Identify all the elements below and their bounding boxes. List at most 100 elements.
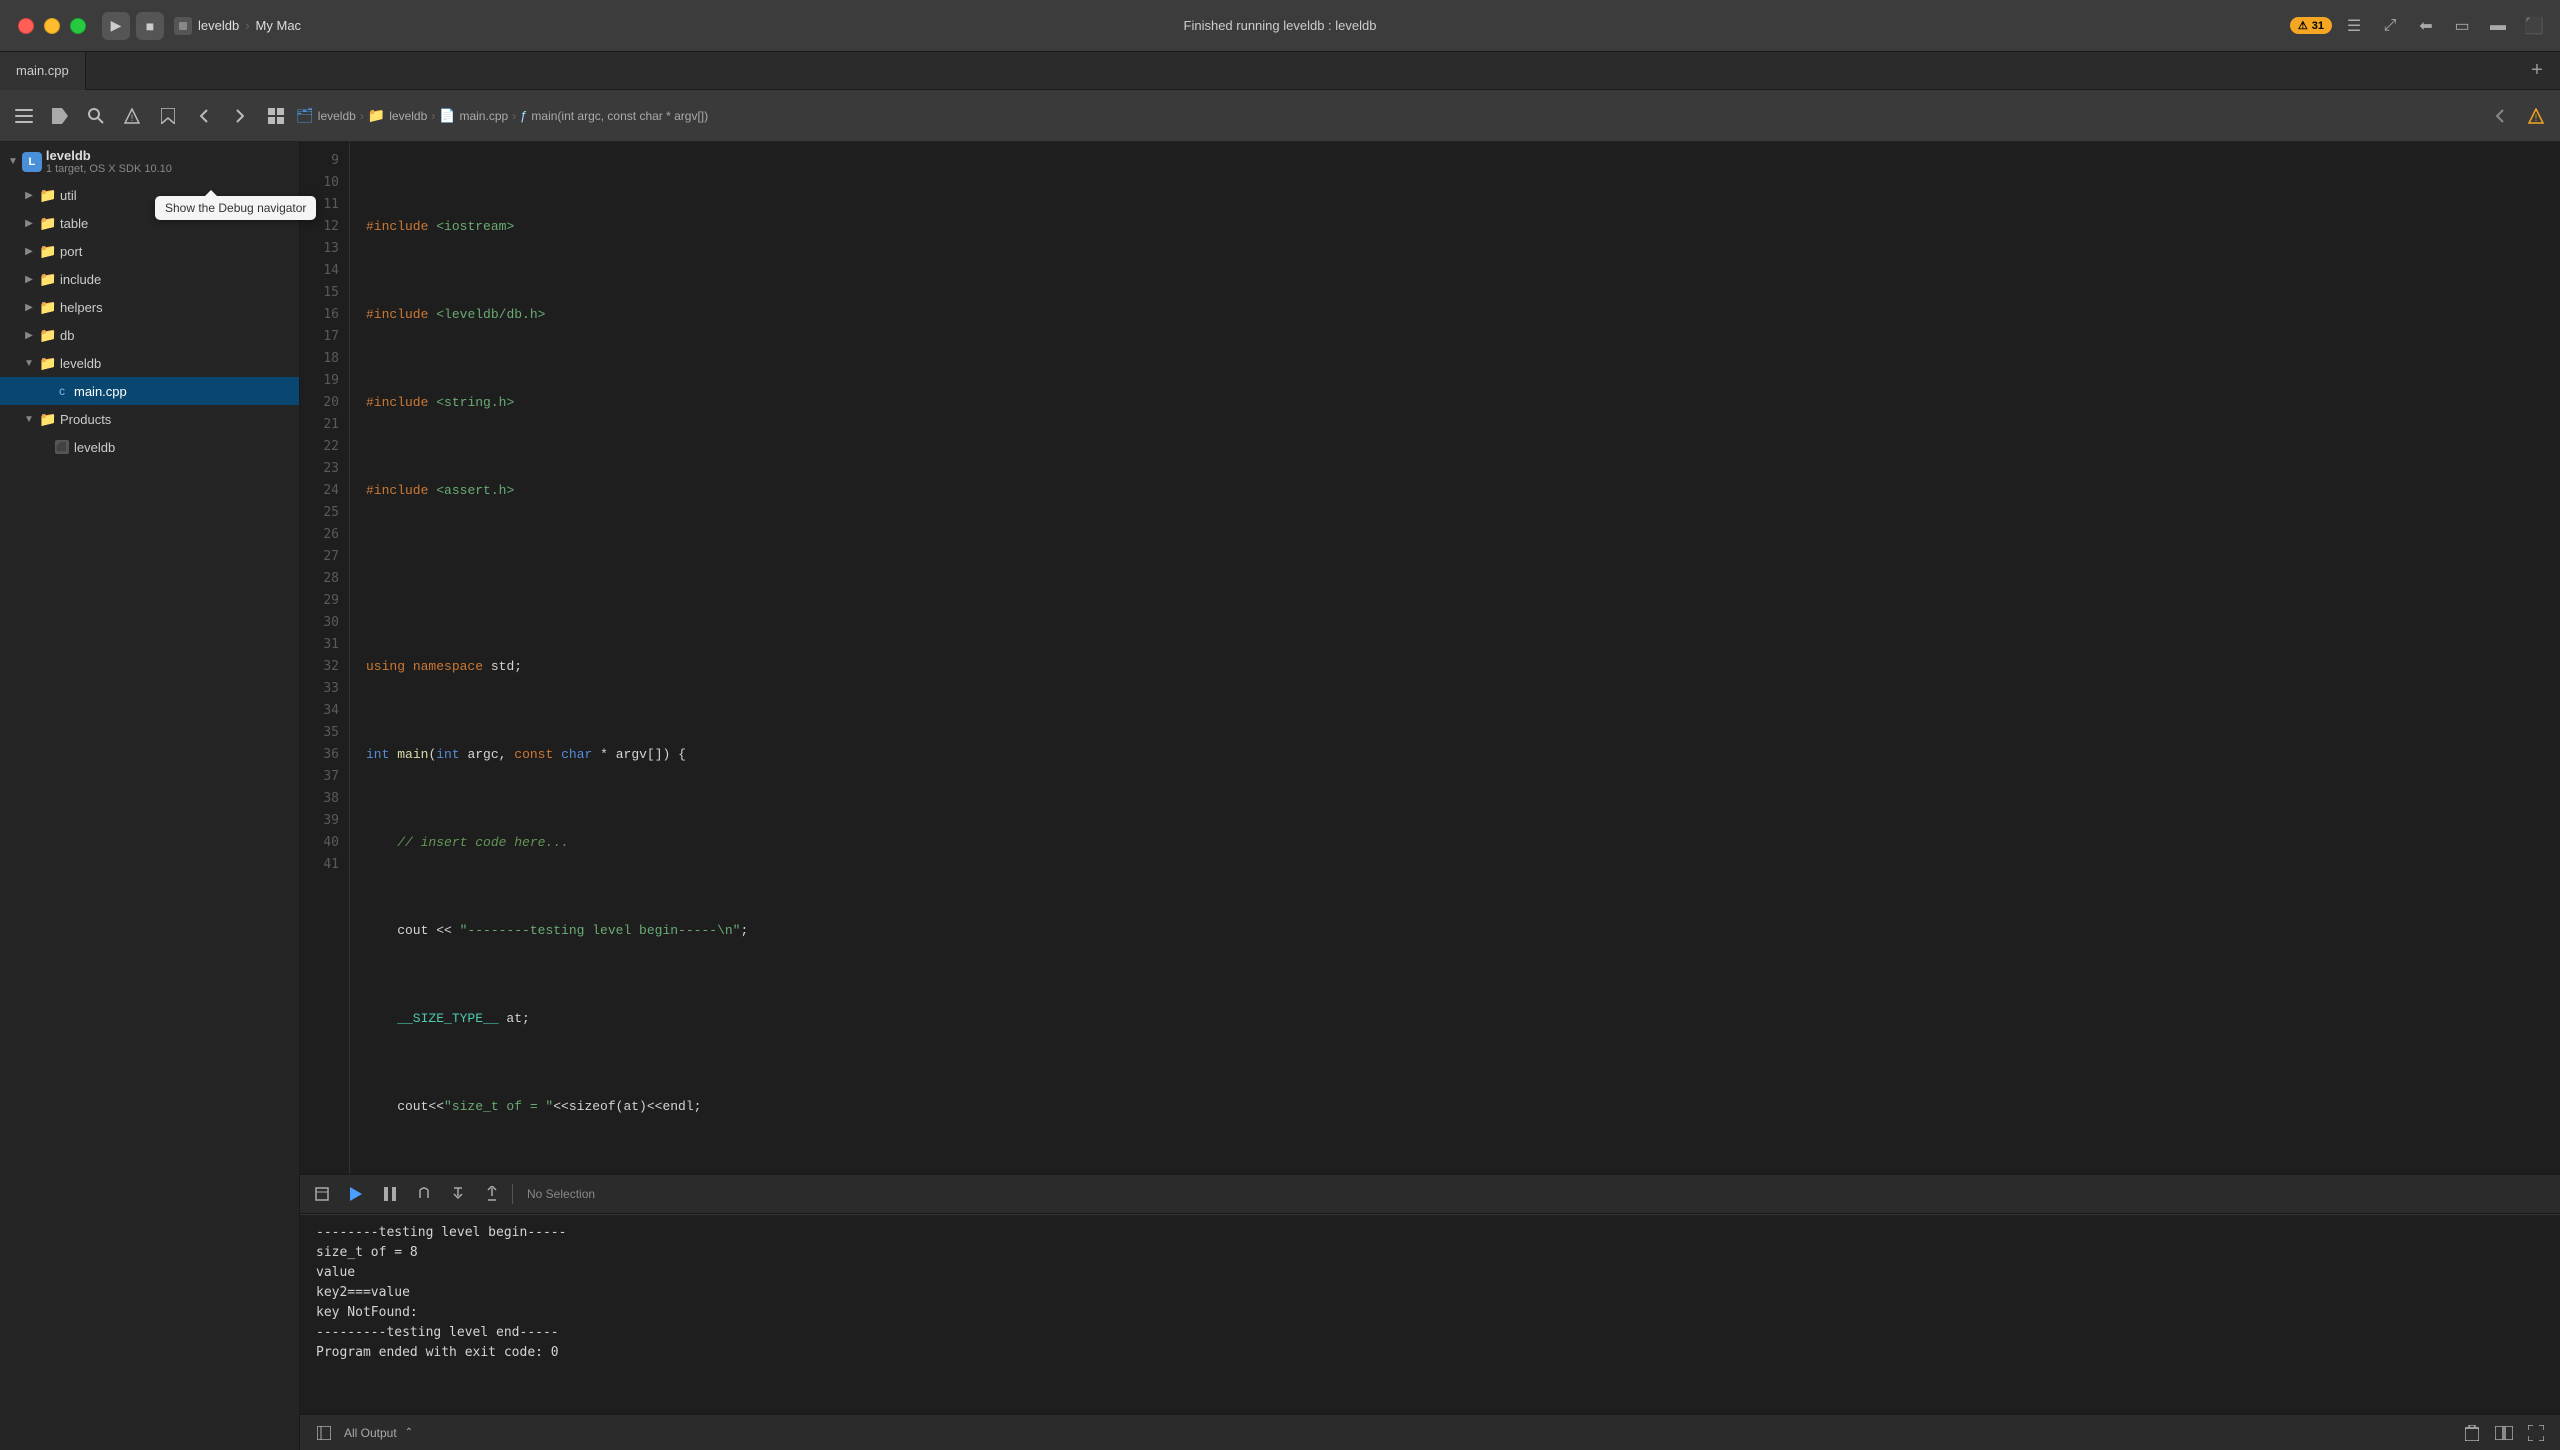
scheme-icon xyxy=(174,17,192,35)
line-num-37: 37 xyxy=(300,766,339,788)
disclosure-helpers: ▶ xyxy=(22,300,36,314)
line-num-17: 17 xyxy=(300,326,339,348)
scheme-name: leveldb xyxy=(198,18,239,33)
breadcrumb-project[interactable]: 🗂 leveldb xyxy=(296,107,356,124)
console-sidebar-btn[interactable] xyxy=(312,1421,336,1445)
line-num-34: 34 xyxy=(300,700,339,722)
layout-wide-btn[interactable]: ⬛ xyxy=(2520,12,2548,40)
line-num-9: 9 xyxy=(300,150,339,172)
disclosure-util: ▶ xyxy=(22,188,36,202)
disclosure-main-cpp: ▶ xyxy=(36,384,50,398)
svg-text:!: ! xyxy=(2535,113,2538,123)
debug-step-in-btn[interactable] xyxy=(444,1180,472,1208)
run-button[interactable]: ▶ xyxy=(102,12,130,40)
tab-label: main.cpp xyxy=(16,63,69,78)
warning-nav-btn[interactable]: ! xyxy=(116,100,148,132)
sidebar-item-db[interactable]: ▶ 📁 db xyxy=(0,321,299,349)
folder-icon-port: 📁 xyxy=(40,243,56,259)
debug-step-over-btn[interactable] xyxy=(410,1180,438,1208)
debug-toolbar: No Selection xyxy=(300,1174,2560,1214)
console-fullscreen-btn[interactable] xyxy=(2524,1421,2548,1445)
sidebar-item-port[interactable]: ▶ 📁 port xyxy=(0,237,299,265)
file-icon-main-cpp: c xyxy=(54,383,70,399)
minimize-button[interactable] xyxy=(44,18,60,34)
sidebar-item-leveldb-folder[interactable]: ▼ 📁 leveldb xyxy=(0,349,299,377)
fullscreen-button[interactable] xyxy=(70,18,86,34)
editor-nav-back[interactable] xyxy=(2484,100,2516,132)
sidebar-toggle-btn[interactable] xyxy=(8,100,40,132)
debug-toggle-btn[interactable] xyxy=(308,1180,336,1208)
file-breadcrumb-icon: 📄 xyxy=(439,108,455,124)
bookmark-btn[interactable] xyxy=(152,100,184,132)
line-num-39: 39 xyxy=(300,810,339,832)
line-num-20: 20 xyxy=(300,392,339,414)
folder-icon-include: 📁 xyxy=(40,271,56,287)
sidebar-item-helpers[interactable]: ▶ 📁 helpers xyxy=(0,293,299,321)
console-trash-btn[interactable] xyxy=(2460,1421,2484,1445)
tab-main-cpp[interactable]: main.cpp xyxy=(0,52,86,90)
close-button[interactable] xyxy=(18,18,34,34)
line-num-30: 30 xyxy=(300,612,339,634)
line-num-18: 18 xyxy=(300,348,339,370)
sidebar-label-port: port xyxy=(60,244,82,259)
layout-back-btn[interactable]: ⬅ xyxy=(2412,12,2440,40)
breadcrumb-func[interactable]: ƒ main(int argc, const char * argv[]) xyxy=(520,108,708,123)
func-breadcrumb-icon: ƒ xyxy=(520,108,527,123)
layout-split-btn[interactable]: ⤢ xyxy=(2376,12,2404,40)
line-num-31: 31 xyxy=(300,634,339,656)
sidebar-item-leveldb-product[interactable]: ▶ ⬛ leveldb xyxy=(0,433,299,461)
line-num-10: 10 xyxy=(300,172,339,194)
console-footer: All Output ⌃ xyxy=(300,1414,2560,1450)
console-split-btn[interactable] xyxy=(2492,1421,2516,1445)
sidebar-label-products: Products xyxy=(60,412,111,427)
project-target: 1 target, OS X SDK 10.10 xyxy=(46,163,172,175)
layout-list-btn[interactable]: ☰ xyxy=(2340,12,2368,40)
debug-step-out-btn[interactable] xyxy=(478,1180,506,1208)
code-line-19: cout<<"size_t of = "<<sizeof(at)<<endl; xyxy=(366,1096,2560,1118)
code-line-9: #include <iostream> xyxy=(366,216,2560,238)
sidebar-label-util: util xyxy=(60,188,77,203)
console-line-7: Program ended with exit code: 0 xyxy=(316,1343,2544,1363)
breadcrumb-file[interactable]: 📄 main.cpp xyxy=(439,108,508,124)
code-editor[interactable]: 9 10 11 12 13 14 15 16 17 18 19 20 21 22… xyxy=(300,142,2560,1174)
line-num-35: 35 xyxy=(300,722,339,744)
grid-view-btn[interactable] xyxy=(260,100,292,132)
code-line-17: cout << "--------testing level begin----… xyxy=(366,920,2560,942)
warning-badge[interactable]: ⚠ 31 xyxy=(2290,17,2332,34)
scheme-selector[interactable]: leveldb › My Mac xyxy=(164,17,301,35)
editor-warning-icon[interactable]: ! xyxy=(2520,100,2552,132)
sidebar-label-leveldb-product: leveldb xyxy=(74,440,115,455)
breakpoint-btn[interactable] xyxy=(44,100,76,132)
project-header[interactable]: ▼ L leveldb 1 target, OS X SDK 10.10 xyxy=(0,142,299,181)
tabbar: main.cpp + xyxy=(0,52,2560,90)
stop-button[interactable]: ■ xyxy=(136,12,164,40)
layout-double-btn[interactable]: ▬ xyxy=(2484,12,2512,40)
back-nav-btn[interactable] xyxy=(188,100,220,132)
debug-run-btn[interactable] xyxy=(342,1180,370,1208)
line-num-23: 23 xyxy=(300,458,339,480)
titlebar-title: Finished running leveldb : leveldb xyxy=(1184,18,1377,33)
line-num-21: 21 xyxy=(300,414,339,436)
sidebar-item-include[interactable]: ▶ 📁 include xyxy=(0,265,299,293)
line-num-15: 15 xyxy=(300,282,339,304)
line-num-33: 33 xyxy=(300,678,339,700)
line-num-19: 19 xyxy=(300,370,339,392)
all-output-chevron: ⌃ xyxy=(405,1427,413,1438)
add-tab-button[interactable]: + xyxy=(2522,56,2552,86)
breadcrumb-folder[interactable]: 📁 leveldb xyxy=(368,107,427,124)
breadcrumb-sep-1: › xyxy=(360,109,364,123)
debug-pause-btn[interactable] xyxy=(376,1180,404,1208)
line-numbers: 9 10 11 12 13 14 15 16 17 18 19 20 21 22… xyxy=(300,142,350,1174)
sidebar-item-products[interactable]: ▼ 📁 Products xyxy=(0,405,299,433)
code-line-18: __SIZE_TYPE__ at; xyxy=(366,1008,2560,1030)
code-line-14: using namespace std; xyxy=(366,656,2560,678)
warning-count: 31 xyxy=(2312,20,2324,32)
sidebar-item-main-cpp[interactable]: ▶ c main.cpp xyxy=(0,377,299,405)
code-content[interactable]: #include <iostream> #include <leveldb/db… xyxy=(350,142,2560,1174)
layout-single-btn[interactable]: ▭ xyxy=(2448,12,2476,40)
line-num-13: 13 xyxy=(300,238,339,260)
console-line-4: key2===value xyxy=(316,1283,2544,1303)
forward-nav-btn[interactable] xyxy=(224,100,256,132)
console-output: --------testing level begin----- size_t … xyxy=(300,1214,2560,1414)
search-btn[interactable] xyxy=(80,100,112,132)
